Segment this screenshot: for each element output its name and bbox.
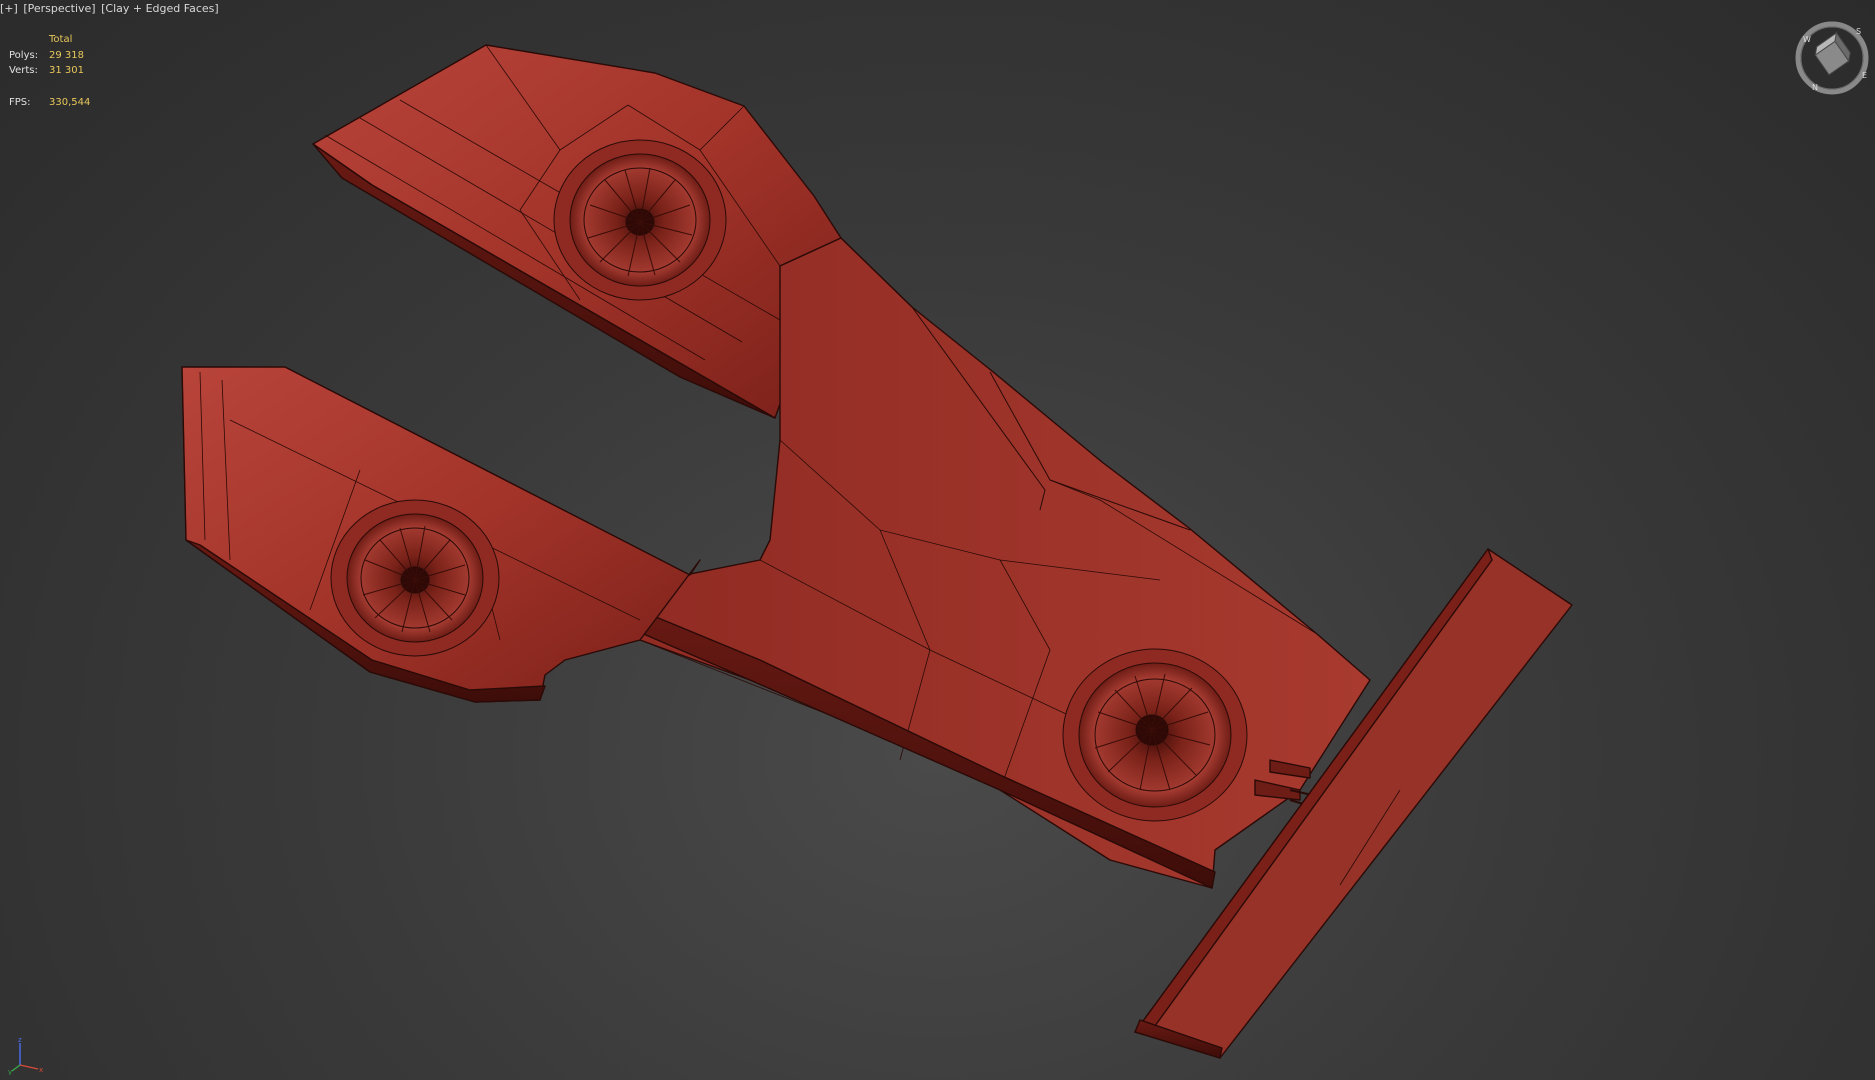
compass-west[interactable]: W xyxy=(1803,35,1811,44)
verts-value: 31 301 xyxy=(49,65,84,76)
axis-z-label: z xyxy=(18,1036,22,1044)
compass-south[interactable]: S xyxy=(1856,27,1861,36)
stats-row-fps: FPS: 330,544 xyxy=(9,95,90,111)
stats-row-polys: Polys: 29 318 xyxy=(9,48,90,64)
statistics-overlay: Total Polys: 29 318 Verts: 31 301 FPS: 3… xyxy=(9,32,90,110)
fps-value: 330,544 xyxy=(49,96,91,108)
axis-y-label: y xyxy=(8,1068,12,1075)
polys-label: Polys: xyxy=(9,49,39,61)
viewport-menu-button[interactable]: [+] xyxy=(0,2,18,15)
turbine-icon xyxy=(1062,648,1248,822)
viewport-view-button[interactable]: [Perspective] xyxy=(23,2,95,15)
compass-east[interactable]: E xyxy=(1862,71,1867,80)
viewport-label-menu[interactable]: [+] [Perspective] [Clay + Edged Faces] xyxy=(0,2,221,15)
stats-header: Total xyxy=(49,34,73,45)
axis-tripod-icon: z x y xyxy=(8,1036,43,1075)
fps-label: FPS: xyxy=(9,96,31,108)
stats-row-verts: Verts: 31 301 xyxy=(9,63,90,79)
model-render[interactable] xyxy=(0,0,1875,1080)
axis-x-label: x xyxy=(39,1066,43,1074)
polys-value: 29 318 xyxy=(49,49,84,61)
3d-viewport[interactable]: [+] [Perspective] [Clay + Edged Faces] T… xyxy=(0,0,1875,1080)
compass-north[interactable]: N xyxy=(1812,83,1818,92)
viewcube-icon[interactable]: W S E N xyxy=(1790,16,1875,101)
viewport-shading-button[interactable]: [Clay + Edged Faces] xyxy=(101,2,219,15)
verts-label: Verts: xyxy=(9,65,38,76)
